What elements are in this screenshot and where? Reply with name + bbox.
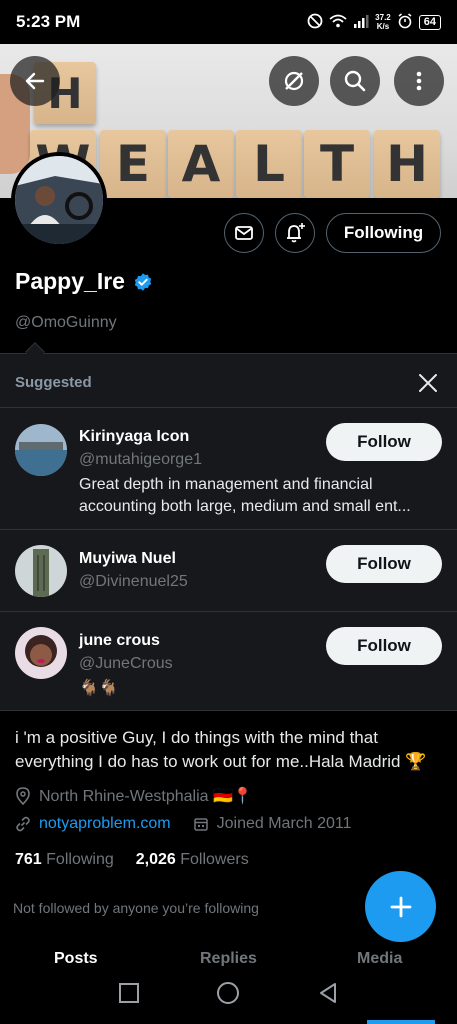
following-label: Following <box>46 851 114 868</box>
suggested-user-bio: Great depth in management and financial … <box>79 476 411 515</box>
follow-counts: 761 Following 2,026 Followers <box>15 851 249 869</box>
wifi-icon <box>329 14 347 31</box>
profile-joined-date: Joined March 2011 <box>216 815 352 832</box>
net-speed-unit: K/s <box>376 22 390 31</box>
profile-links-row: notyaproblem.com Joined March 2011 <box>15 815 352 833</box>
display-name: Pappy_Ire <box>15 268 125 294</box>
more-vertical-icon <box>416 71 422 91</box>
profile-bio: i 'm a positive Guy, I do things with th… <box>15 728 427 771</box>
banner-cube: T <box>304 130 370 198</box>
profile-handle: @OmoGuinny <box>15 314 117 331</box>
suggested-user-avatar[interactable] <box>15 627 67 679</box>
square-icon <box>119 982 140 1003</box>
calendar-icon <box>193 818 208 831</box>
follow-button[interactable]: Follow <box>326 545 442 583</box>
suggested-user-name[interactable]: june crous <box>79 632 160 650</box>
suggested-user-bio: 🐐🐐 <box>79 680 119 697</box>
profile-tabs: Posts Replies Media <box>0 948 457 968</box>
envelope-icon <box>235 226 253 240</box>
profile-location-row: North Rhine-Westphalia 🇩🇪📍 <box>15 786 253 806</box>
follow-button[interactable]: Follow <box>326 423 442 461</box>
suggested-user-handle: @JuneCrous <box>79 655 173 672</box>
tab-active-indicator <box>367 1020 435 1024</box>
circle-icon <box>217 981 240 1004</box>
banner-cube: L <box>236 130 302 198</box>
triangle-back-icon <box>319 982 336 1003</box>
location-pin-icon <box>16 787 30 805</box>
suggested-user-name[interactable]: Kirinyaga Icon <box>79 428 189 446</box>
net-speed-value: 37.2 <box>375 13 391 22</box>
back-button[interactable] <box>10 56 60 106</box>
home-button[interactable] <box>216 981 240 1010</box>
battery-indicator: 64 <box>418 14 441 30</box>
system-nav-bar <box>0 966 457 1024</box>
recent-apps-button[interactable] <box>118 982 140 1009</box>
suggested-user-handle: @mutahigeorge1 <box>79 451 202 468</box>
status-time: 5:23 PM <box>16 12 81 31</box>
suggested-user-avatar[interactable] <box>15 545 67 597</box>
following-button[interactable]: Following <box>326 213 441 253</box>
link-icon <box>16 816 30 832</box>
profile-name-row: Pappy_Ire <box>15 268 153 295</box>
profile-website-link[interactable]: notyaproblem.com <box>39 815 171 833</box>
status-bar: 5:23 PM 37.2 K/s 64 <box>0 0 457 44</box>
suggested-user-avatar[interactable] <box>15 424 67 476</box>
search-button[interactable] <box>330 56 380 106</box>
follow-button[interactable]: Follow <box>326 627 442 665</box>
system-back-button[interactable] <box>317 982 339 1009</box>
compose-post-button[interactable] <box>365 871 436 942</box>
bell-plus-icon <box>287 223 305 243</box>
net-speed: 37.2 K/s <box>375 13 391 31</box>
suggested-user[interactable]: june crous @JuneCrous 🐐🐐 Follow <box>0 611 457 711</box>
following-count-link[interactable]: 761 Following <box>15 851 114 869</box>
dnd-icon <box>307 13 323 32</box>
followers-count: 2,026 <box>135 851 176 868</box>
search-icon <box>344 70 366 92</box>
close-icon <box>419 374 437 392</box>
message-button[interactable] <box>224 213 264 253</box>
not-followed-note: Not followed by anyone you’re following <box>13 900 259 916</box>
close-suggested-button[interactable] <box>414 369 442 397</box>
followers-count-link[interactable]: 2,026 Followers <box>136 851 249 869</box>
plus-icon <box>390 896 411 917</box>
notifications-button[interactable] <box>275 213 315 253</box>
followers-label: Followers <box>180 851 249 868</box>
grok-icon <box>284 71 304 91</box>
suggested-title: Suggested <box>15 374 92 391</box>
banner-cube: E <box>100 130 166 198</box>
suggested-user-name[interactable]: Muyiwa Nuel <box>79 550 176 568</box>
following-count: 761 <box>15 851 42 868</box>
banner-cube: A <box>168 130 234 198</box>
alarm-icon <box>397 12 413 32</box>
suggested-user[interactable]: Muyiwa Nuel @Divinenuel25 Follow <box>0 529 457 611</box>
profile-avatar[interactable] <box>11 152 107 248</box>
more-options-button[interactable] <box>394 56 444 106</box>
banner-cube: H <box>374 130 440 198</box>
profile-location: North Rhine-Westphalia 🇩🇪📍 <box>39 788 253 805</box>
verified-badge-icon[interactable] <box>133 272 153 292</box>
suggested-user-handle: @Divinenuel25 <box>79 573 188 590</box>
signal-icon <box>353 14 369 31</box>
suggested-user[interactable]: Kirinyaga Icon @mutahigeorge1 Great dept… <box>0 407 457 529</box>
grok-button[interactable] <box>269 56 319 106</box>
suggested-panel: Suggested Kirinyaga Icon @mutahigeorge1 … <box>0 353 457 711</box>
status-icons: 37.2 K/s 64 <box>307 12 441 32</box>
arrow-left-icon <box>25 72 45 90</box>
